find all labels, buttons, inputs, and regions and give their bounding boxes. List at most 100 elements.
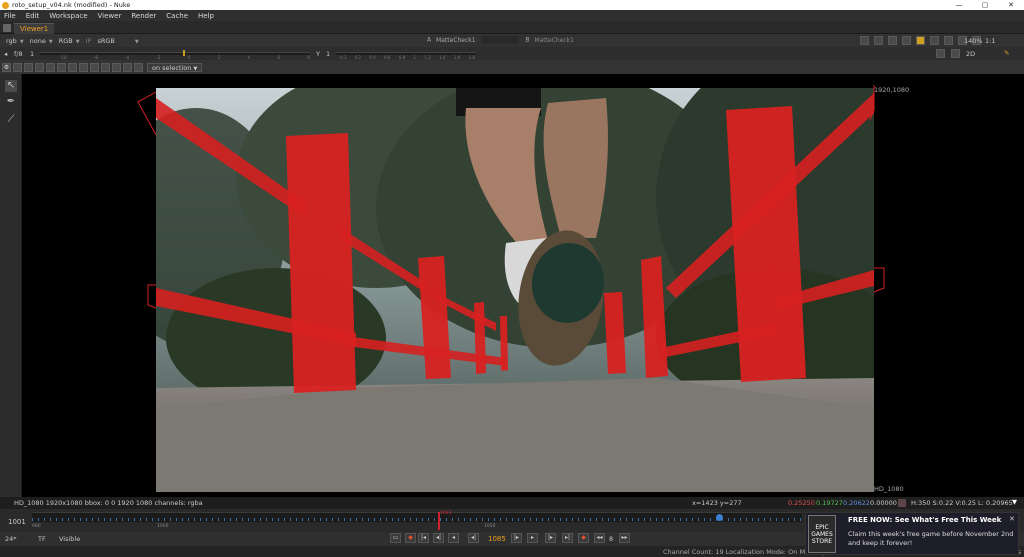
pixel-green: 0.19727 [816, 499, 843, 507]
roto-feather-icon[interactable] [46, 62, 55, 72]
a-input-dropdown[interactable]: MatteCheck1 [436, 37, 476, 44]
menu-edit[interactable]: Edit [26, 12, 40, 20]
fstop-toggle-icon[interactable]: ◂ [4, 50, 7, 58]
timeline-scrubber[interactable] [32, 512, 802, 522]
menu-render[interactable]: Render [131, 12, 156, 20]
pixel-hsvl: H:350 S:0.22 V:0.25 L: 0.20965 [911, 499, 1013, 507]
roto-tangent-icon[interactable] [57, 62, 66, 72]
a-label: A [427, 36, 432, 44]
roto-box-icon[interactable] [68, 62, 77, 72]
current-frame-field[interactable]: 1085 [488, 535, 506, 543]
toast-close-icon[interactable]: ✕ [1009, 515, 1015, 523]
menu-help[interactable]: Help [198, 12, 214, 20]
info-expand-icon[interactable]: ▼ [1012, 498, 1017, 506]
roto-grid-icon[interactable] [112, 62, 121, 72]
fstop-field[interactable]: 1 [30, 50, 34, 58]
refresh-icon[interactable] [930, 36, 939, 45]
view-mode-dropdown[interactable]: 2D [966, 50, 975, 58]
out-point-icon[interactable]: ◆ [578, 533, 589, 543]
lut-dropdown[interactable]: sRGB ▼ [97, 37, 138, 45]
clip-warning-icon[interactable] [874, 36, 883, 45]
roto-onion-icon[interactable] [90, 62, 99, 72]
format-resolution-label: 1920,1080 [874, 86, 910, 94]
step-back-icon[interactable]: ◂| [468, 533, 479, 543]
fstop-label: f/8 [14, 50, 23, 58]
menu-viewer[interactable]: Viewer [98, 12, 122, 20]
title-bar: roto_setup_v04.nk (modified) - Nuke — ▢ … [0, 0, 1024, 10]
step-forward-icon[interactable]: |▸ [511, 533, 522, 543]
play-forward-icon[interactable]: ▸ [527, 533, 538, 543]
timeline-tick-1043: 1043 [440, 511, 452, 516]
channels-dropdown[interactable]: rgb ▼ [6, 37, 24, 45]
close-button[interactable]: ✕ [998, 1, 1024, 9]
left-tool-strip: ↖ ✒ ⟋ [0, 74, 22, 497]
roto-toolbar: ⚙ on selection ▼ [0, 60, 1024, 74]
pixel-color-swatch [898, 499, 906, 507]
view-icon[interactable] [951, 49, 960, 58]
pause-icon[interactable] [944, 36, 953, 45]
brush-tool-icon[interactable]: ⟋ [5, 114, 17, 126]
wipe-mode-dropdown[interactable] [481, 36, 520, 44]
prev-key-icon[interactable]: ◂| [433, 533, 444, 543]
roto-snap-icon[interactable] [123, 62, 132, 72]
menu-workspace[interactable]: Workspace [49, 12, 87, 20]
viewer-info-bar: HD_1080 1920x1080 bbox: 0 0 1920 1080 ch… [0, 497, 1024, 509]
roto-ripple-icon[interactable] [134, 62, 143, 72]
timeline-tick-1050: 1050 [484, 524, 496, 529]
roto-select-icon[interactable] [13, 62, 22, 72]
pixel-red: 0.25250 [788, 499, 815, 507]
viewer-right-icons [858, 36, 981, 45]
paint-icon[interactable]: ✎ [1004, 49, 1009, 57]
select-tool-icon[interactable]: ↖ [5, 80, 17, 92]
roto-shape-overlay[interactable] [130, 80, 890, 320]
histogram-icon[interactable] [916, 36, 925, 45]
roto-transform-icon[interactable] [24, 62, 33, 72]
proxy-dropdown[interactable]: 1:1 [985, 37, 995, 45]
first-frame-icon[interactable]: |◂ [418, 533, 429, 543]
fps-dropdown[interactable]: 24* [5, 535, 17, 543]
toast-body: Claim this week's free game before Novem… [848, 530, 1014, 547]
visible-dropdown[interactable]: Visible [59, 535, 80, 543]
roto-points-icon[interactable] [35, 62, 44, 72]
skip-back-icon[interactable]: ◂◂ [594, 533, 605, 543]
window-title: roto_setup_v04.nk (modified) - Nuke [12, 1, 131, 9]
ip-button[interactable]: IP [86, 37, 92, 45]
increment-field[interactable]: 8 [609, 535, 613, 543]
play-backward-icon[interactable]: ◂ [448, 533, 459, 543]
next-key-icon[interactable]: |▸ [545, 533, 556, 543]
crop-icon[interactable] [936, 49, 945, 58]
gamma-field[interactable]: 1 [326, 50, 330, 58]
b-label: B [525, 36, 530, 44]
bezier-tool-icon[interactable]: ✒ [5, 96, 17, 108]
mask-icon[interactable] [902, 36, 911, 45]
pixel-blue: 0.20622 [843, 499, 870, 507]
overlay-icon[interactable] [888, 36, 897, 45]
cache-icon[interactable]: ▭ [390, 533, 401, 543]
menu-file[interactable]: File [4, 12, 16, 20]
last-frame-icon[interactable]: ▸| [562, 533, 573, 543]
display-channels-dropdown[interactable]: RGB ▼ [59, 37, 80, 45]
minimize-button[interactable]: — [946, 1, 972, 9]
in-point-icon[interactable]: ◆ [405, 533, 416, 543]
alpha-dropdown[interactable]: none ▼ [30, 37, 53, 45]
timeline-playhead[interactable] [438, 512, 440, 530]
roto-label-icon[interactable] [79, 62, 88, 72]
roi-icon[interactable] [860, 36, 869, 45]
tab-viewer1[interactable]: Viewer1 [14, 23, 55, 34]
on-selection-dropdown[interactable]: on selection ▼ [147, 62, 203, 72]
ab-input-selector: A MatteCheck1 B MatteCheck1 [427, 36, 574, 44]
maximize-button[interactable]: ▢ [972, 1, 998, 9]
skip-forward-icon[interactable]: ▸▸ [619, 533, 630, 543]
timeline-in-frame[interactable]: 1001 [8, 518, 26, 526]
timeline-keyframe-marker[interactable] [716, 514, 723, 521]
pixel-alpha: 0.00000 [870, 499, 897, 507]
tf-dropdown[interactable]: TF [38, 535, 46, 543]
roto-link-icon[interactable] [101, 62, 110, 72]
timeline-tick-1000: 1000 [157, 524, 169, 529]
b-input-dropdown[interactable]: MatteCheck1 [534, 37, 574, 44]
roto-settings-icon[interactable]: ⚙ [2, 62, 11, 72]
timeline-tick-980: 980 [32, 524, 41, 529]
pane-menu-icon[interactable] [3, 24, 11, 32]
menu-cache[interactable]: Cache [166, 12, 188, 20]
zoom-dropdown[interactable]: 140% [964, 37, 983, 45]
